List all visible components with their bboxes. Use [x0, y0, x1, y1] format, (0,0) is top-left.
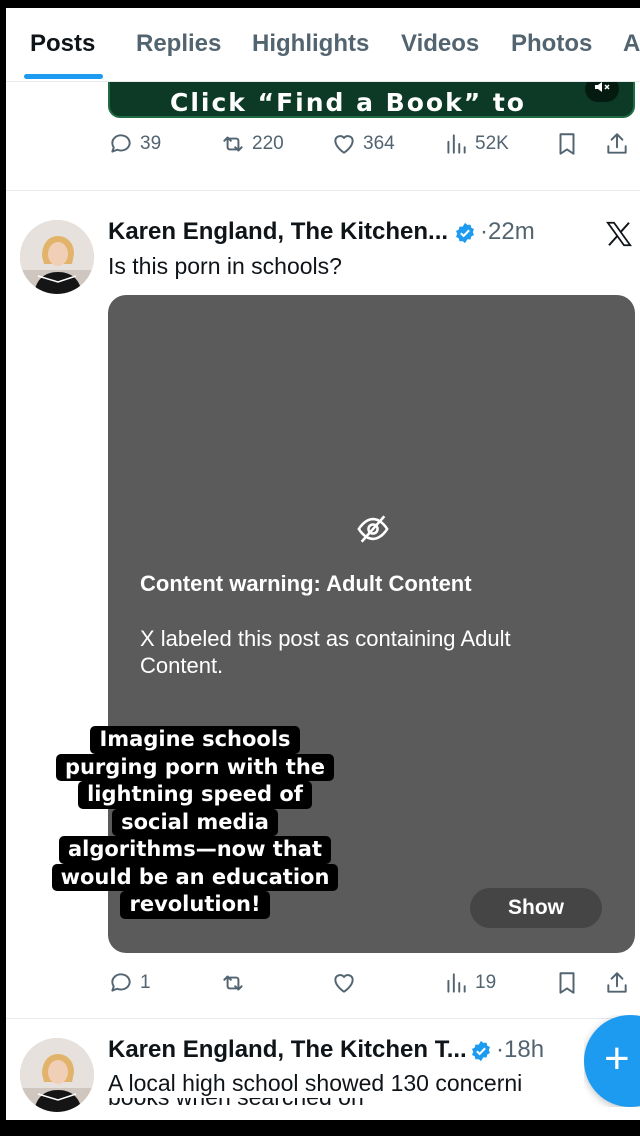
- prev-post-actions: 39 220 364 52K: [6, 129, 640, 159]
- share-button[interactable]: [604, 968, 630, 998]
- views-button[interactable]: 52K: [443, 129, 509, 159]
- views-button[interactable]: 19: [443, 968, 496, 998]
- views-count: 52K: [475, 133, 509, 154]
- reply-button[interactable]: 39: [108, 129, 161, 159]
- share-icon: [607, 133, 627, 154]
- author-name[interactable]: Karen England, The Kitchen T...: [108, 1036, 467, 1064]
- heart-icon: [334, 974, 354, 993]
- share-button[interactable]: [604, 129, 630, 159]
- post-divider: [6, 190, 640, 191]
- post-text: Is this porn in schools?: [108, 253, 342, 279]
- repost-count: 220: [252, 133, 284, 154]
- tab-highlights[interactable]: Highlights: [252, 30, 369, 58]
- post-text-line1: A local high school showed 130 concerni: [108, 1070, 523, 1096]
- author-name[interactable]: Karen England, The Kitchen...: [108, 218, 448, 246]
- profile-tabs: Posts Replies Highlights Videos Photos A: [6, 8, 640, 82]
- views-count: 19: [475, 972, 497, 993]
- share-icon: [607, 972, 627, 993]
- bookmark-button[interactable]: [554, 968, 580, 998]
- profile-timeline: Posts Replies Highlights Videos Photos A…: [6, 8, 640, 1120]
- tab-posts[interactable]: Posts: [30, 30, 95, 58]
- repost-icon: [223, 975, 243, 991]
- tab-videos[interactable]: Videos: [401, 30, 479, 58]
- reply-count: 39: [140, 133, 162, 154]
- post-actions: 1 19: [6, 968, 640, 998]
- post-time[interactable]: ·22m: [480, 218, 535, 246]
- verified-badge-icon: [456, 222, 474, 244]
- reply-icon: [111, 134, 131, 153]
- prev-post-media[interactable]: Click “Find a Book” to: [108, 82, 635, 118]
- caption-line: social media: [112, 808, 278, 836]
- show-content-button[interactable]: Show: [470, 888, 602, 928]
- x-logo-icon[interactable]: [604, 219, 634, 249]
- video-caption-overlay: Imagine schools purging porn with the li…: [50, 726, 340, 919]
- content-warning-body: X labeled this post as containing Adult …: [140, 626, 511, 678]
- active-tab-indicator: [24, 74, 103, 79]
- bookmark-icon: [559, 972, 575, 994]
- caption-line: purging porn with the: [55, 753, 335, 781]
- screen-bottom-edge: [0, 1120, 640, 1136]
- tab-photos[interactable]: Photos: [511, 30, 592, 58]
- repost-button[interactable]: 220: [220, 129, 284, 159]
- tab-articles[interactable]: A: [623, 30, 640, 58]
- bookmark-icon: [559, 133, 575, 155]
- views-icon: [447, 134, 466, 154]
- reply-count: 1: [140, 972, 151, 993]
- post-divider: [6, 1018, 640, 1019]
- post-text-line2: books when searched on: [108, 1098, 364, 1112]
- like-button[interactable]: 364: [331, 129, 395, 159]
- volume-muted-icon[interactable]: [585, 82, 619, 102]
- caption-line: would be an education: [51, 863, 339, 891]
- content-warning-title: Content warning: Adult Content: [140, 571, 472, 596]
- compose-button[interactable]: +: [584, 1015, 640, 1107]
- plus-icon: +: [604, 1034, 630, 1083]
- like-button[interactable]: [331, 968, 357, 998]
- caption-line: lightning speed of: [78, 781, 312, 809]
- like-count: 364: [363, 133, 395, 154]
- verified-badge-icon: [472, 1040, 490, 1062]
- reply-icon: [111, 973, 131, 992]
- reply-button[interactable]: 1: [108, 968, 151, 998]
- repost-icon: [223, 136, 243, 152]
- avatar[interactable]: [20, 1038, 94, 1112]
- heart-icon: [334, 135, 354, 154]
- caption-line: revolution!: [120, 891, 270, 919]
- views-icon: [447, 973, 466, 993]
- caption-line: algorithms—now that: [58, 836, 332, 864]
- repost-button[interactable]: [220, 968, 246, 998]
- caption-line: Imagine schools: [90, 726, 300, 754]
- prev-post-media-text: Click “Find a Book” to: [170, 88, 526, 117]
- post-time[interactable]: ·18h: [496, 1036, 544, 1064]
- avatar[interactable]: [20, 220, 94, 294]
- bookmark-button[interactable]: [554, 129, 580, 159]
- tab-replies[interactable]: Replies: [136, 30, 221, 58]
- eye-slash-icon: [357, 515, 389, 543]
- post-text-line2-content: books when searched on: [108, 1098, 364, 1110]
